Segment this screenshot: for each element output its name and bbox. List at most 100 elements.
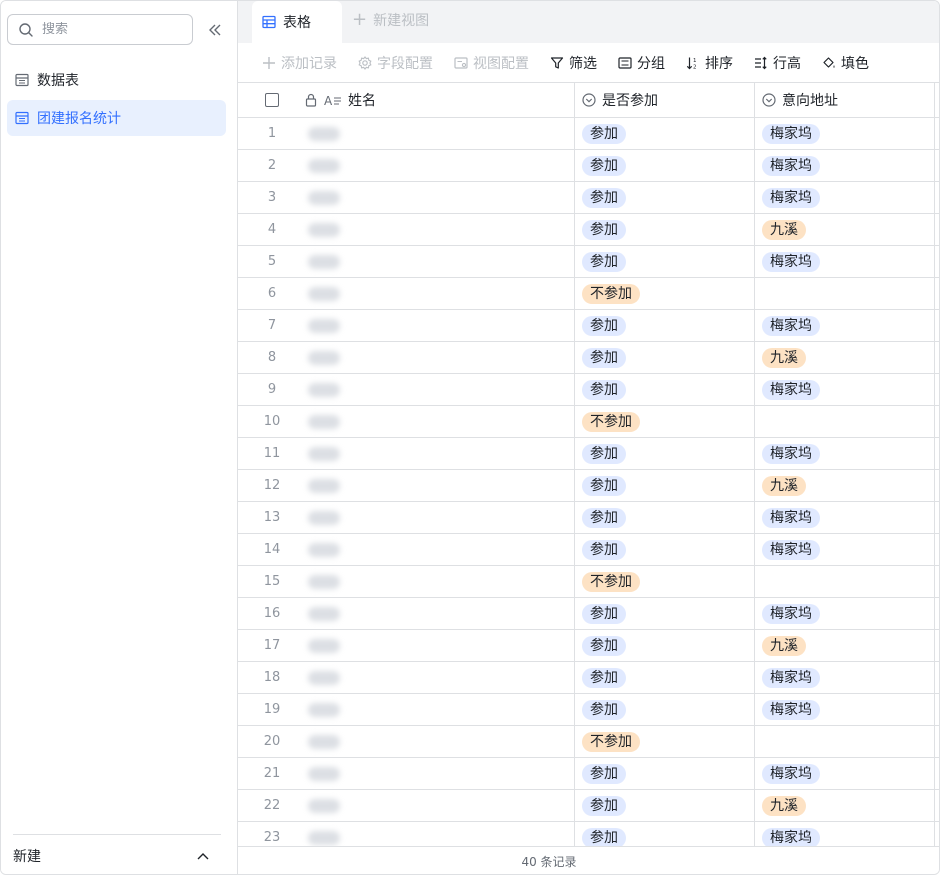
location-cell[interactable]: 梅家坞 [755,758,935,789]
column-header-attend[interactable]: 是否参加 [575,83,755,117]
table-row[interactable]: 19 参加 梅家坞 [238,694,939,726]
name-cell[interactable] [296,470,575,501]
table-row[interactable]: 3 参加 梅家坞 [238,182,939,214]
table-row[interactable]: 9 参加 梅家坞 [238,374,939,406]
attend-cell[interactable]: 参加 [575,438,755,469]
attend-cell[interactable]: 不参加 [575,566,755,597]
table-row[interactable]: 2 参加 梅家坞 [238,150,939,182]
name-cell[interactable] [296,246,575,277]
attend-cell[interactable]: 不参加 [575,726,755,757]
name-cell[interactable] [296,150,575,181]
table-row[interactable]: 5 参加 梅家坞 [238,246,939,278]
location-cell[interactable]: 梅家坞 [755,822,935,846]
location-cell[interactable]: 九溪 [755,214,935,245]
location-cell[interactable]: 梅家坞 [755,598,935,629]
column-header-location[interactable]: 意向地址 [755,83,935,117]
attend-cell[interactable]: 参加 [575,534,755,565]
table-row[interactable]: 20 不参加 [238,726,939,758]
name-cell[interactable] [296,438,575,469]
sort-button[interactable]: 1 2 排序 [686,53,733,73]
sidebar-item-team-building[interactable]: 团建报名统计 [7,100,226,136]
name-cell[interactable] [296,182,575,213]
search-input[interactable] [42,22,182,37]
attend-cell[interactable]: 参加 [575,758,755,789]
location-cell[interactable]: 梅家坞 [755,310,935,341]
attend-cell[interactable]: 参加 [575,822,755,846]
table-row[interactable]: 4 参加 九溪 [238,214,939,246]
select-all-checkbox[interactable] [265,93,279,107]
name-cell[interactable] [296,790,575,821]
table-row[interactable]: 23 参加 梅家坞 [238,822,939,846]
new-view-button[interactable]: + 新建视图 [352,1,429,39]
table-row[interactable]: 16 参加 梅家坞 [238,598,939,630]
location-cell[interactable]: 九溪 [755,342,935,373]
table-row[interactable]: 15 不参加 [238,566,939,598]
name-cell[interactable] [296,630,575,661]
name-cell[interactable] [296,662,575,693]
attend-cell[interactable]: 参加 [575,694,755,725]
attend-cell[interactable]: 参加 [575,502,755,533]
location-cell[interactable]: 梅家坞 [755,374,935,405]
name-cell[interactable] [296,726,575,757]
table-row[interactable]: 1 参加 梅家坞 [238,118,939,150]
tab-grid-view[interactable]: 表格 [252,1,342,43]
attend-cell[interactable]: 参加 [575,662,755,693]
column-header-name[interactable]: A 姓名 [296,83,575,117]
table-row[interactable]: 8 参加 九溪 [238,342,939,374]
name-cell[interactable] [296,342,575,373]
attend-cell[interactable]: 参加 [575,310,755,341]
location-cell[interactable]: 梅家坞 [755,246,935,277]
name-cell[interactable] [296,214,575,245]
location-cell[interactable]: 梅家坞 [755,534,935,565]
view-config-button[interactable]: 视图配置 [454,53,529,73]
name-cell[interactable] [296,758,575,789]
table-row[interactable]: 7 参加 梅家坞 [238,310,939,342]
location-cell[interactable] [755,726,935,757]
search-box[interactable] [7,14,193,45]
sidebar-item-data-table[interactable]: 数据表 [7,62,226,98]
location-cell[interactable] [755,406,935,437]
location-cell[interactable]: 梅家坞 [755,150,935,181]
attend-cell[interactable]: 不参加 [575,406,755,437]
name-cell[interactable] [296,598,575,629]
add-record-button[interactable]: 添加记录 [262,53,337,73]
new-button[interactable]: 新建 [13,846,41,866]
location-cell[interactable] [755,566,935,597]
attend-cell[interactable]: 参加 [575,374,755,405]
location-cell[interactable]: 九溪 [755,630,935,661]
table-row[interactable]: 12 参加 九溪 [238,470,939,502]
location-cell[interactable]: 九溪 [755,470,935,501]
attend-cell[interactable]: 参加 [575,470,755,501]
row-height-button[interactable]: 行高 [754,53,801,73]
location-cell[interactable]: 梅家坞 [755,662,935,693]
name-cell[interactable] [296,278,575,309]
name-cell[interactable] [296,534,575,565]
location-cell[interactable]: 梅家坞 [755,438,935,469]
table-row[interactable]: 6 不参加 [238,278,939,310]
name-cell[interactable] [296,374,575,405]
location-cell[interactable]: 梅家坞 [755,118,935,149]
table-row[interactable]: 13 参加 梅家坞 [238,502,939,534]
field-config-button[interactable]: 字段配置 [358,53,433,73]
attend-cell[interactable]: 参加 [575,246,755,277]
table-row[interactable]: 10 不参加 [238,406,939,438]
name-cell[interactable] [296,406,575,437]
location-cell[interactable]: 九溪 [755,790,935,821]
table-row[interactable]: 21 参加 梅家坞 [238,758,939,790]
attend-cell[interactable]: 参加 [575,598,755,629]
location-cell[interactable] [755,278,935,309]
table-row[interactable]: 14 参加 梅家坞 [238,534,939,566]
attend-cell[interactable]: 参加 [575,790,755,821]
fill-color-button[interactable]: 填色 [822,53,869,73]
name-cell[interactable] [296,502,575,533]
name-cell[interactable] [296,118,575,149]
filter-button[interactable]: 筛选 [550,53,597,73]
table-row[interactable]: 18 参加 梅家坞 [238,662,939,694]
name-cell[interactable] [296,822,575,846]
table-row[interactable]: 17 参加 九溪 [238,630,939,662]
attend-cell[interactable]: 参加 [575,118,755,149]
attend-cell[interactable]: 参加 [575,150,755,181]
table-row[interactable]: 11 参加 梅家坞 [238,438,939,470]
location-cell[interactable]: 梅家坞 [755,502,935,533]
location-cell[interactable]: 梅家坞 [755,694,935,725]
